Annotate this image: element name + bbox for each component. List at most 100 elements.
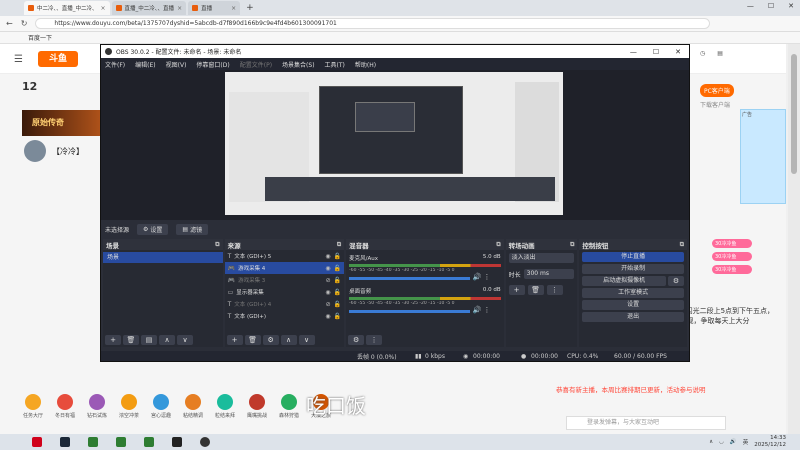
avatar[interactable]: [24, 140, 46, 162]
duration-input[interactable]: 300 ms: [523, 269, 575, 279]
delete-source-icon[interactable]: 🗑: [244, 335, 261, 345]
source-filters-button[interactable]: ▤ 滤镜: [176, 223, 209, 235]
menu-edit[interactable]: 编辑(E): [135, 60, 155, 69]
menu-file[interactable]: 文件(F): [105, 60, 125, 69]
menu-help[interactable]: 帮助(H): [355, 60, 376, 69]
eye-icon[interactable]: ◉: [325, 313, 330, 320]
delete-transition-icon[interactable]: 🗑: [527, 285, 544, 295]
preview-area[interactable]: [101, 70, 689, 220]
more-icon[interactable]: ⋮: [484, 273, 491, 281]
close-icon[interactable]: ×: [231, 5, 236, 12]
source-item[interactable]: T 文本 (GDI+) ◉ 🔓: [225, 310, 345, 322]
menu-profile[interactable]: 配置文件(P): [240, 60, 272, 69]
clock[interactable]: 14:33 2025/12/12: [754, 435, 786, 449]
gift-item[interactable]: 粘结精调: [182, 394, 204, 419]
stop-streaming-button[interactable]: 停止直播: [582, 252, 684, 262]
scene-item[interactable]: 场景: [103, 252, 223, 263]
source-settings-button[interactable]: ⚙ 设置: [137, 223, 169, 235]
add-transition-button[interactable]: +: [508, 285, 525, 295]
undock-icon[interactable]: ⧉: [570, 241, 574, 249]
tray-arrow-icon[interactable]: ∧: [709, 439, 713, 445]
menu-scene-collection[interactable]: 场景集合(S): [282, 60, 315, 69]
close-window-button[interactable]: ✕: [675, 48, 681, 56]
browser-tab-1[interactable]: 中二冷、、直播_中二冷、 ×: [24, 1, 110, 15]
source-item[interactable]: T 文本 (GDI+) 5 ◉ 🔓: [225, 250, 345, 262]
source-item[interactable]: 🎮 游戏采集 3 ⊘ 🔓: [225, 274, 345, 286]
gift-item[interactable]: 任务大厅: [22, 394, 44, 419]
advanced-audio-gear-icon[interactable]: ⚙: [348, 335, 365, 345]
gift-item[interactable]: 浓空冲茶: [118, 394, 140, 419]
settings-button[interactable]: 设置: [582, 300, 684, 310]
browser-tab-2[interactable]: 直播_中二冷、、直播 ×: [111, 1, 187, 15]
ad-banner[interactable]: 广告: [740, 109, 786, 204]
lock-icon[interactable]: 🔓: [334, 313, 341, 320]
wps-icon[interactable]: [32, 437, 42, 447]
douyu-logo[interactable]: 斗鱼: [38, 51, 78, 67]
close-icon[interactable]: ×: [101, 5, 106, 12]
app-triangle-icon[interactable]: [88, 437, 98, 447]
maximize-button[interactable]: ☐: [653, 48, 659, 56]
bookmark-baidu[interactable]: 百度一下: [28, 33, 52, 42]
close-window-button[interactable]: ✕: [788, 2, 794, 10]
app-triangle-icon-3[interactable]: [144, 437, 154, 447]
hamburger-menu-icon[interactable]: ☰: [14, 54, 23, 65]
network-tray-icon[interactable]: ◡: [719, 439, 724, 445]
speaker-icon[interactable]: 🔊: [473, 306, 482, 314]
promo-banner[interactable]: 原始传奇: [22, 110, 104, 136]
ime-language[interactable]: 英: [743, 438, 749, 446]
refresh-icon[interactable]: ↻: [21, 19, 28, 28]
minimize-button[interactable]: —: [747, 2, 754, 10]
exit-button[interactable]: 退出: [582, 312, 684, 322]
gift-item[interactable]: 冬日有福: [54, 394, 76, 419]
undock-icon[interactable]: ⧉: [496, 241, 500, 249]
lock-icon[interactable]: 🔓: [334, 265, 341, 272]
move-up-icon[interactable]: ∧: [159, 335, 175, 345]
maximize-button[interactable]: ☐: [768, 2, 774, 10]
new-tab-plus-icon[interactable]: +: [242, 3, 258, 13]
gift-item[interactable]: 粒结来拜: [214, 394, 236, 419]
source-item[interactable]: T 文本 (GDI+) 4 ⊘ 🔓: [225, 298, 345, 310]
obs-taskbar-icon[interactable]: [200, 437, 210, 447]
task-icon[interactable]: ▤: [717, 50, 723, 57]
mic-volume-slider[interactable]: [349, 277, 471, 280]
eye-icon[interactable]: ◉: [325, 253, 330, 260]
pc-client-button[interactable]: PC客户端: [700, 84, 734, 97]
lock-icon[interactable]: 🔓: [334, 301, 341, 308]
undock-icon[interactable]: ⧉: [337, 241, 341, 249]
add-scene-button[interactable]: +: [105, 335, 121, 345]
app-triangle-icon-2[interactable]: [116, 437, 126, 447]
url-input[interactable]: https://www.douyu.com/beta/1375707dyshid…: [35, 18, 710, 29]
transition-select[interactable]: 淡入淡出: [508, 253, 575, 263]
speaker-icon[interactable]: 🔊: [473, 273, 482, 281]
virtual-camera-gear-icon[interactable]: ⚙: [667, 276, 684, 286]
gift-item[interactable]: 宫心逗趣: [150, 394, 172, 419]
move-down-icon[interactable]: ∨: [298, 335, 315, 345]
lock-icon[interactable]: 🔓: [334, 277, 341, 284]
lock-icon[interactable]: 🔓: [334, 253, 341, 260]
move-down-icon[interactable]: ∨: [177, 335, 193, 345]
chat-input[interactable]: 登录发弹幕，与大家互动吧: [566, 416, 726, 430]
more-icon[interactable]: ⋮: [546, 285, 563, 295]
back-arrow-icon[interactable]: ←: [6, 19, 13, 28]
delete-scene-icon[interactable]: 🗑: [123, 335, 139, 345]
browser-tab-3[interactable]: 直播 ×: [188, 1, 241, 15]
app-z-icon[interactable]: [172, 437, 182, 447]
add-source-button[interactable]: +: [226, 335, 243, 345]
more-icon[interactable]: ⋮: [366, 335, 383, 345]
steam-icon[interactable]: [60, 437, 70, 447]
gift-item[interactable]: 森林狩猎: [278, 394, 300, 419]
more-icon[interactable]: ⋮: [484, 306, 491, 314]
move-up-icon[interactable]: ∧: [280, 335, 297, 345]
source-item[interactable]: ▭ 显示器采集 ◉ 🔓: [225, 286, 345, 298]
close-icon[interactable]: ×: [177, 5, 182, 12]
start-virtual-camera-button[interactable]: 启动虚拟摄像机: [582, 276, 666, 286]
page-scrollbar[interactable]: [788, 44, 800, 434]
desktop-volume-slider[interactable]: [349, 310, 471, 313]
gift-item[interactable]: 鹰嘴挑战: [246, 394, 268, 419]
eye-slash-icon[interactable]: ⊘: [326, 277, 331, 284]
menu-docks[interactable]: 停靠窗口(D): [196, 60, 229, 69]
eye-icon[interactable]: ◉: [325, 265, 330, 272]
highlight-notice[interactable]: 恭喜有新主播，本周比赛排期已更新，活动参与说明: [556, 384, 706, 394]
scene-filters-icon[interactable]: ▤: [141, 335, 157, 345]
source-item[interactable]: 🎮 游戏采集 4 ◉ 🔓: [224, 262, 345, 274]
